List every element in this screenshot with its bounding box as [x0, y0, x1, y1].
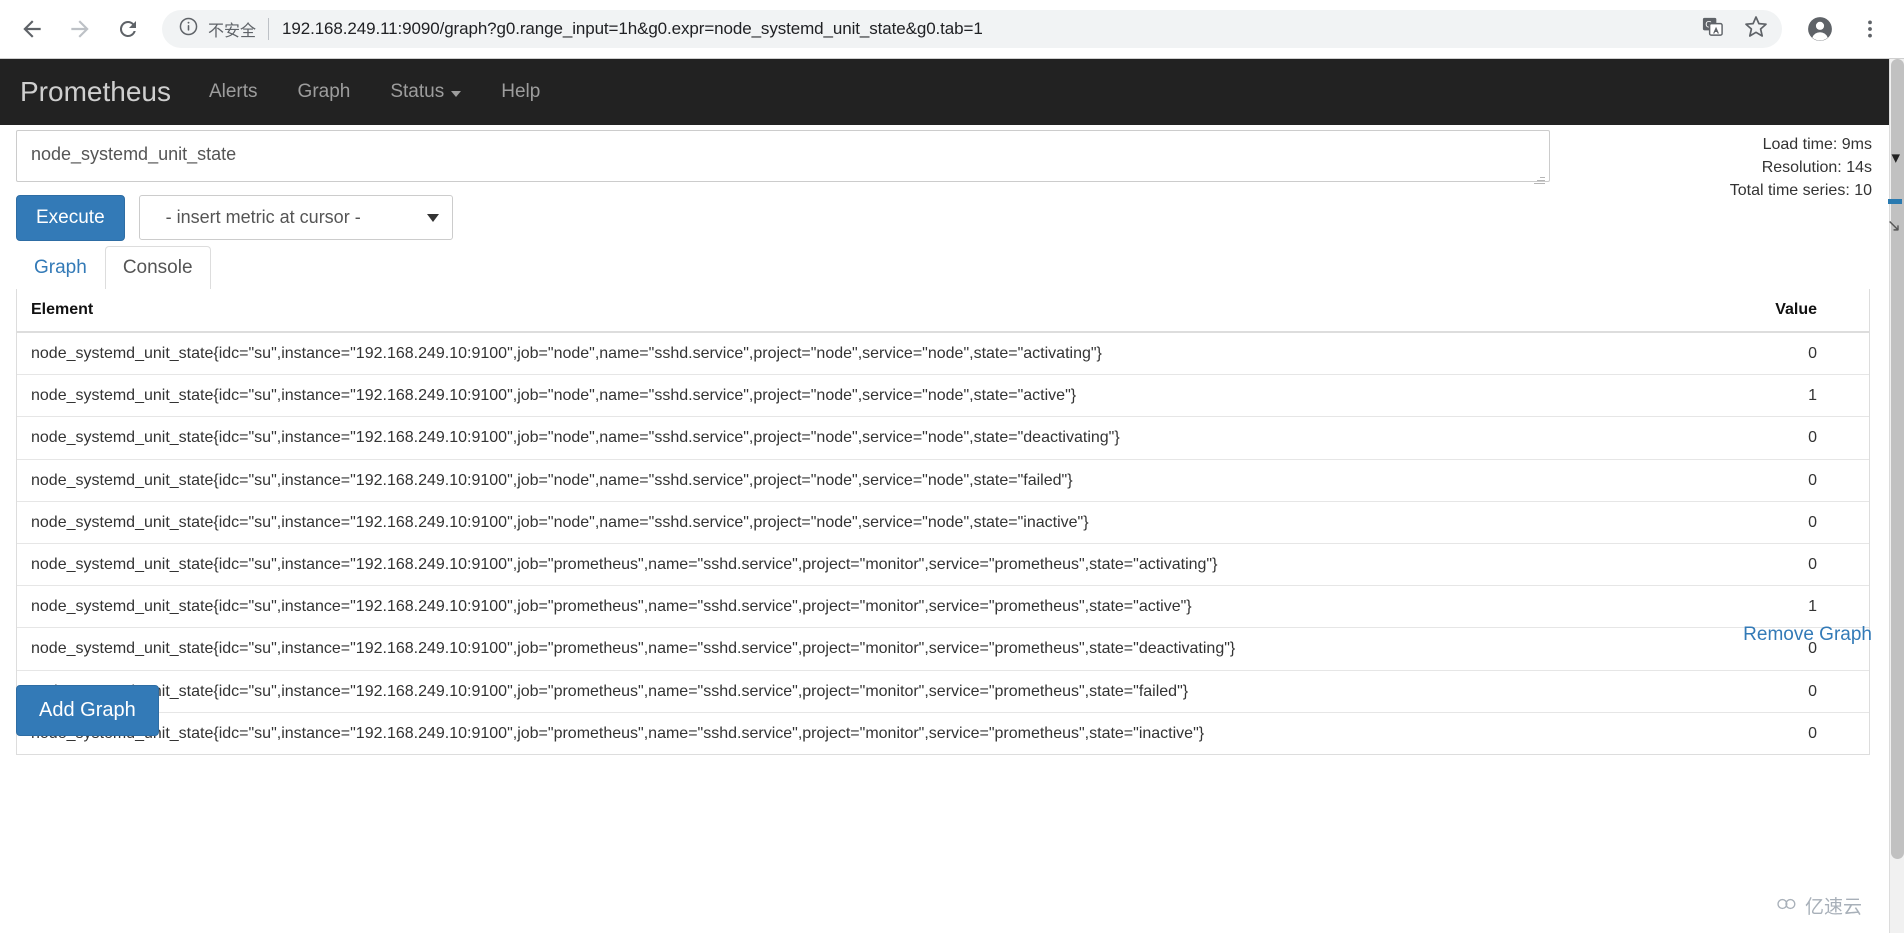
prometheus-navbar: Prometheus Alerts Graph Status Help [0, 59, 1890, 125]
result-tabs: Graph Console [16, 246, 1870, 290]
forward-button[interactable] [56, 5, 104, 53]
cell-value: 1 [1709, 585, 1869, 628]
table-row: node_systemd_unit_state{idc="su",instanc… [17, 416, 1869, 460]
insert-metric-label: - insert metric at cursor - [165, 207, 361, 227]
nav-item-alerts[interactable]: Alerts [189, 59, 278, 125]
watermark: 亿速云 [1776, 892, 1862, 919]
nav-item-label: Alerts [208, 81, 258, 102]
table-row: node_systemd_unit_state{idc="su",instanc… [17, 585, 1869, 628]
chevron-down-icon [451, 90, 462, 97]
query-controls: Execute - insert metric at cursor - [16, 195, 453, 241]
nav-item-label: Graph [297, 81, 351, 102]
add-graph-button[interactable]: Add Graph [16, 685, 159, 736]
address-bar[interactable]: 不安全 192.168.249.11:9090/graph?g0.range_i… [162, 10, 1782, 48]
results-table: Element Value node_systemd_unit_state{id… [17, 289, 1869, 754]
nav-item-graph[interactable]: Graph [278, 59, 371, 125]
brand-link[interactable]: Prometheus [14, 76, 189, 108]
cell-element: node_systemd_unit_state{idc="su",instanc… [17, 711, 1709, 754]
cell-value: 0 [1709, 500, 1869, 544]
scrollbar-thumb[interactable] [1891, 59, 1904, 859]
insert-metric-select[interactable]: - insert metric at cursor - [138, 195, 453, 240]
cell-value: 0 [1808, 345, 1817, 362]
execute-button[interactable]: Execute [16, 195, 125, 241]
cell-element: node_systemd_unit_state{idc="su",instanc… [17, 542, 1709, 586]
account-avatar-icon [1806, 15, 1834, 43]
cell-element: node_systemd_unit_state{idc="su",instanc… [17, 416, 1709, 460]
nav-item-label: Help [501, 81, 541, 102]
tab-graph[interactable]: Graph [16, 246, 105, 290]
vertical-scrollbar[interactable]: ▾ ↘ [1886, 59, 1904, 933]
remove-graph-link[interactable]: Remove Graph [1743, 624, 1872, 646]
cell-element: node_systemd_unit_state{idc="su",instanc… [17, 374, 1709, 417]
nav-item-help[interactable]: Help [481, 59, 560, 125]
reload-icon [116, 17, 140, 41]
browser-nav-buttons [0, 5, 152, 53]
chrome-menu-button[interactable] [1846, 5, 1894, 53]
omnibox-actions: G [1692, 10, 1776, 48]
page-body: Load time: 9ms Resolution: 14s Total tim… [0, 125, 1890, 933]
column-header-element: Element [17, 289, 1709, 333]
cell-value: 0 [1709, 669, 1869, 713]
translate-icon: G [1701, 15, 1724, 43]
security-indicator[interactable]: 不安全 [178, 16, 256, 42]
load-time-text: Load time: 9ms [1762, 136, 1872, 153]
cell-value: 1 [1709, 374, 1869, 417]
results-table-body: node_systemd_unit_state{idc="su",instanc… [17, 332, 1869, 754]
cell-element: node_systemd_unit_state{idc="su",instanc… [17, 458, 1709, 502]
query-area [16, 130, 1550, 187]
table-row: node_systemd_unit_state{idc="su",instanc… [17, 627, 1869, 670]
table-row: node_systemd_unit_state{idc="su",instanc… [17, 500, 1869, 544]
cell-element: node_systemd_unit_state{idc="su",instanc… [17, 669, 1709, 713]
cell-element: node_systemd_unit_state{idc="su",instanc… [17, 627, 1709, 670]
total-series-text: Total time series: 10 [1729, 182, 1872, 200]
translate-button[interactable]: G [1692, 10, 1732, 48]
three-dot-menu-icon [1858, 17, 1882, 41]
column-header-value: Value [1709, 289, 1869, 333]
query-stats: Load time: 9ms Resolution: 14s Total tim… [1730, 133, 1872, 202]
cell-value: 0 [1709, 458, 1869, 502]
security-label: 不安全 [208, 21, 257, 40]
browser-chrome: 不安全 192.168.249.11:9090/graph?g0.range_i… [0, 0, 1904, 59]
query-input[interactable] [16, 130, 1550, 182]
console-results-panel: Element Value node_systemd_unit_state{id… [16, 289, 1870, 755]
tab-console[interactable]: Console [104, 246, 211, 290]
info-circle-icon [178, 16, 199, 42]
back-arrow-icon [19, 16, 45, 42]
nav-item-label: Status [390, 81, 445, 102]
url-text: 192.168.249.11:9090/graph?g0.range_input… [282, 19, 983, 38]
tab-label: Graph [34, 257, 87, 279]
back-button[interactable] [8, 5, 56, 53]
forward-arrow-icon [67, 16, 93, 42]
bookmark-button[interactable] [1736, 10, 1776, 48]
table-row: node_systemd_unit_state{idc="su",instanc… [17, 332, 1869, 375]
table-row: node_systemd_unit_state{idc="su",instanc… [17, 711, 1869, 754]
cell-value: 0 [1709, 542, 1869, 586]
resize-cursor-icon: ↘ [1886, 216, 1901, 235]
table-row: node_systemd_unit_state{idc="su",instanc… [17, 669, 1869, 713]
cell-value: 0 [1709, 416, 1869, 460]
profile-button[interactable] [1796, 5, 1844, 53]
results-table-head: Element Value [17, 289, 1869, 333]
cell-element: node_systemd_unit_state{idc="su",instanc… [31, 345, 1102, 362]
cloud-icon [1776, 895, 1800, 917]
star-icon [1744, 15, 1768, 44]
watermark-text: 亿速云 [1804, 896, 1862, 918]
reload-button[interactable] [104, 5, 152, 53]
table-row: node_systemd_unit_state{idc="su",instanc… [17, 458, 1869, 502]
table-row: node_systemd_unit_state{idc="su",instanc… [17, 374, 1869, 417]
cell-value: 0 [1709, 711, 1869, 754]
scroll-position-marker [1888, 199, 1902, 204]
browser-toolbar-right [1796, 5, 1904, 53]
table-row: node_systemd_unit_state{idc="su",instanc… [17, 542, 1869, 586]
chevron-down-icon [426, 214, 439, 222]
cell-element: node_systemd_unit_state{idc="su",instanc… [17, 585, 1709, 628]
resolution-text: Resolution: 14s [1761, 159, 1872, 177]
nav-item-status[interactable]: Status [370, 59, 481, 125]
omnibox-divider [268, 18, 270, 40]
tab-label: Console [122, 257, 193, 279]
cell-element: node_systemd_unit_state{idc="su",instanc… [17, 500, 1709, 544]
cursor-pointer-icon: ▾ [1891, 148, 1900, 167]
table-header-row: Element Value [17, 289, 1869, 333]
